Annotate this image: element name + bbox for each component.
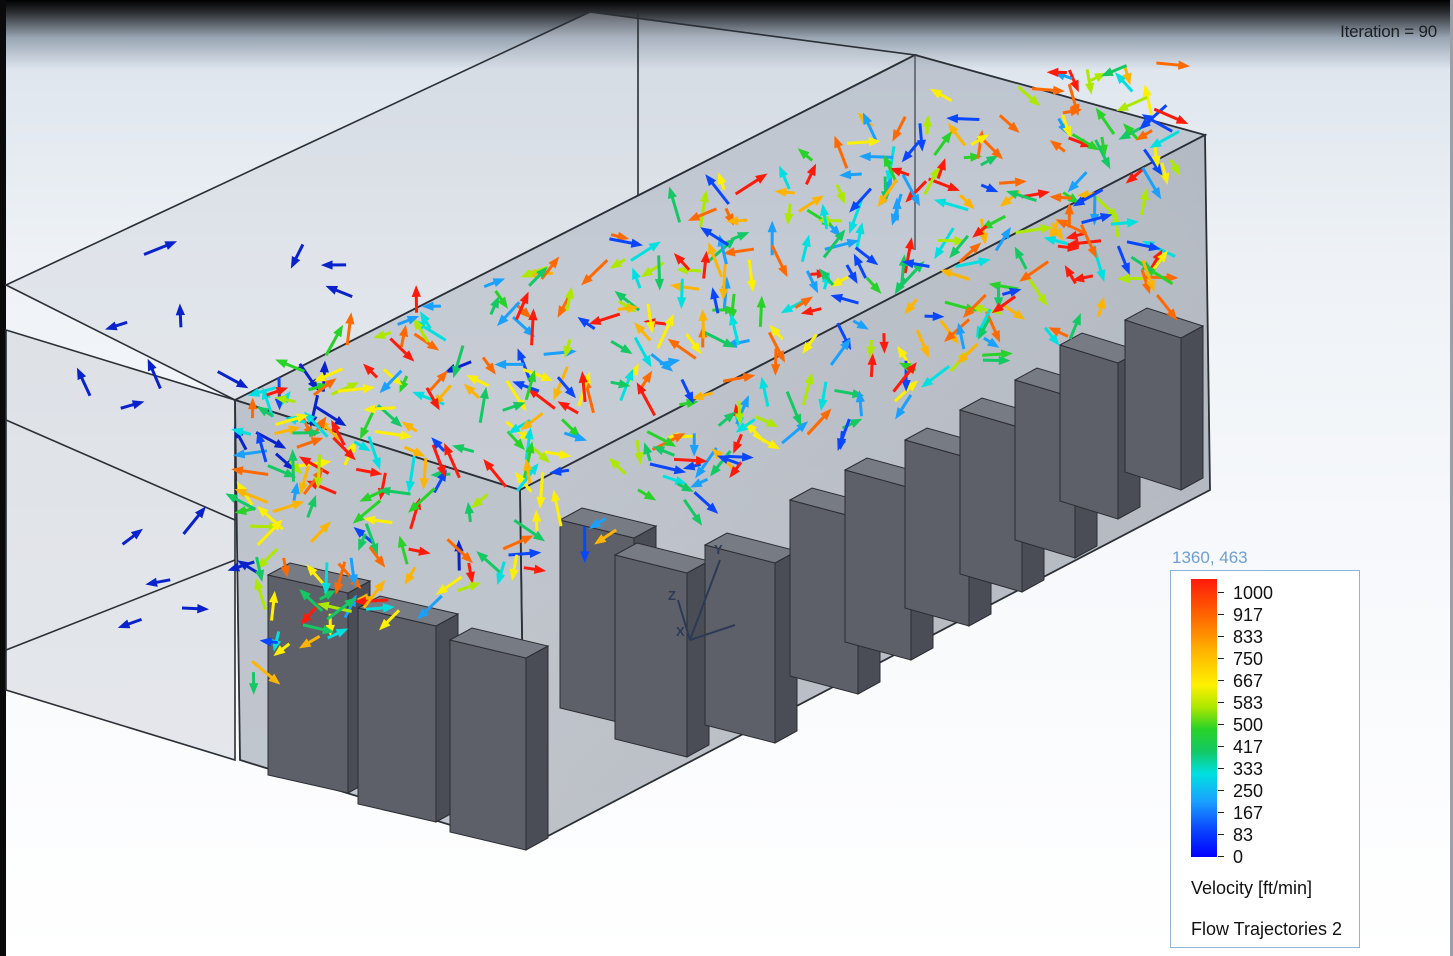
server-rack bbox=[356, 595, 460, 823]
flow-arrow bbox=[1116, 95, 1148, 112]
legend-tick-label: 167 bbox=[1233, 803, 1264, 823]
legend-tick-label: 250 bbox=[1233, 781, 1264, 801]
iteration-readout: Iteration = 90 bbox=[1340, 22, 1437, 41]
legend-tick-label: 333 bbox=[1233, 759, 1264, 779]
legend-color-bar bbox=[1191, 579, 1217, 857]
triad-y-label: Y bbox=[714, 542, 723, 557]
legend-tick-label: 583 bbox=[1233, 693, 1264, 713]
graphics-viewport[interactable]: Iteration = 90 Y Z X 1360, 463 1000 917 83… bbox=[0, 0, 1453, 956]
legend-tick-label: 667 bbox=[1233, 671, 1264, 691]
flow-arrow bbox=[1084, 69, 1095, 95]
legend-tick bbox=[1218, 834, 1224, 835]
legend-tick-label: 750 bbox=[1233, 649, 1264, 669]
legend-quantity-label: Velocity [ft/min] bbox=[1191, 878, 1313, 898]
triad-z-label: Z bbox=[668, 588, 676, 603]
flow-arrow bbox=[1156, 60, 1191, 70]
legend-tick-label: 917 bbox=[1233, 605, 1264, 625]
legend-tick-label: 0 bbox=[1233, 847, 1244, 867]
legend-tick bbox=[1218, 746, 1224, 747]
legend-tick bbox=[1218, 812, 1224, 813]
legend-tick bbox=[1218, 658, 1224, 659]
legend-tick bbox=[1218, 790, 1224, 791]
legend-tick-label: 833 bbox=[1233, 627, 1264, 647]
legend-tick-label: 500 bbox=[1233, 715, 1264, 735]
legend-tick-label: 1000 bbox=[1233, 583, 1274, 603]
legend-tick bbox=[1218, 592, 1224, 593]
legend-tick bbox=[1218, 724, 1224, 725]
velocity-color-legend[interactable]: 1000 917 833 750 667 583 500 417 333 250 167 83 0 Ve… bbox=[1170, 570, 1360, 948]
server-rack bbox=[613, 542, 711, 758]
legend-tick bbox=[1218, 636, 1224, 637]
server-rack bbox=[1123, 307, 1205, 491]
legend-tick bbox=[1218, 768, 1224, 769]
legend-tick bbox=[1218, 614, 1224, 615]
triad-x-label: X bbox=[676, 624, 685, 639]
legend-tick-label: 417 bbox=[1233, 737, 1264, 757]
legend-tick bbox=[1218, 680, 1224, 681]
legend-tick bbox=[1218, 856, 1224, 857]
legend-plot-name: Flow Trajectories 2 bbox=[1191, 919, 1343, 939]
server-rack bbox=[448, 627, 550, 851]
legend-tick bbox=[1218, 702, 1224, 703]
flow-arrow bbox=[1101, 64, 1128, 77]
legend-tick-label: 83 bbox=[1233, 825, 1254, 845]
cursor-coordinate-readout: 1360, 463 bbox=[1172, 548, 1248, 567]
